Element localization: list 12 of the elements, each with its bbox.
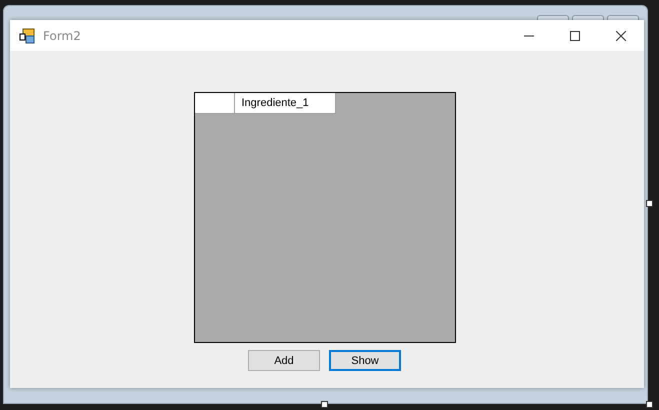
close-icon[interactable] [616, 30, 626, 40]
form-button[interactable]: Add [248, 350, 320, 371]
resize-handle[interactable] [321, 401, 328, 408]
form-button[interactable]: Show [329, 350, 401, 371]
resize-handle[interactable] [646, 401, 653, 408]
window-title: Form2 [43, 28, 82, 42]
data-grid[interactable]: Ingrediente_1 [194, 92, 456, 343]
resize-handle[interactable] [646, 200, 653, 207]
maximize-icon[interactable] [570, 30, 580, 40]
row-header[interactable] [194, 93, 234, 114]
table-cell[interactable]: Ingrediente_1 [234, 93, 336, 114]
form-icon [19, 28, 35, 44]
